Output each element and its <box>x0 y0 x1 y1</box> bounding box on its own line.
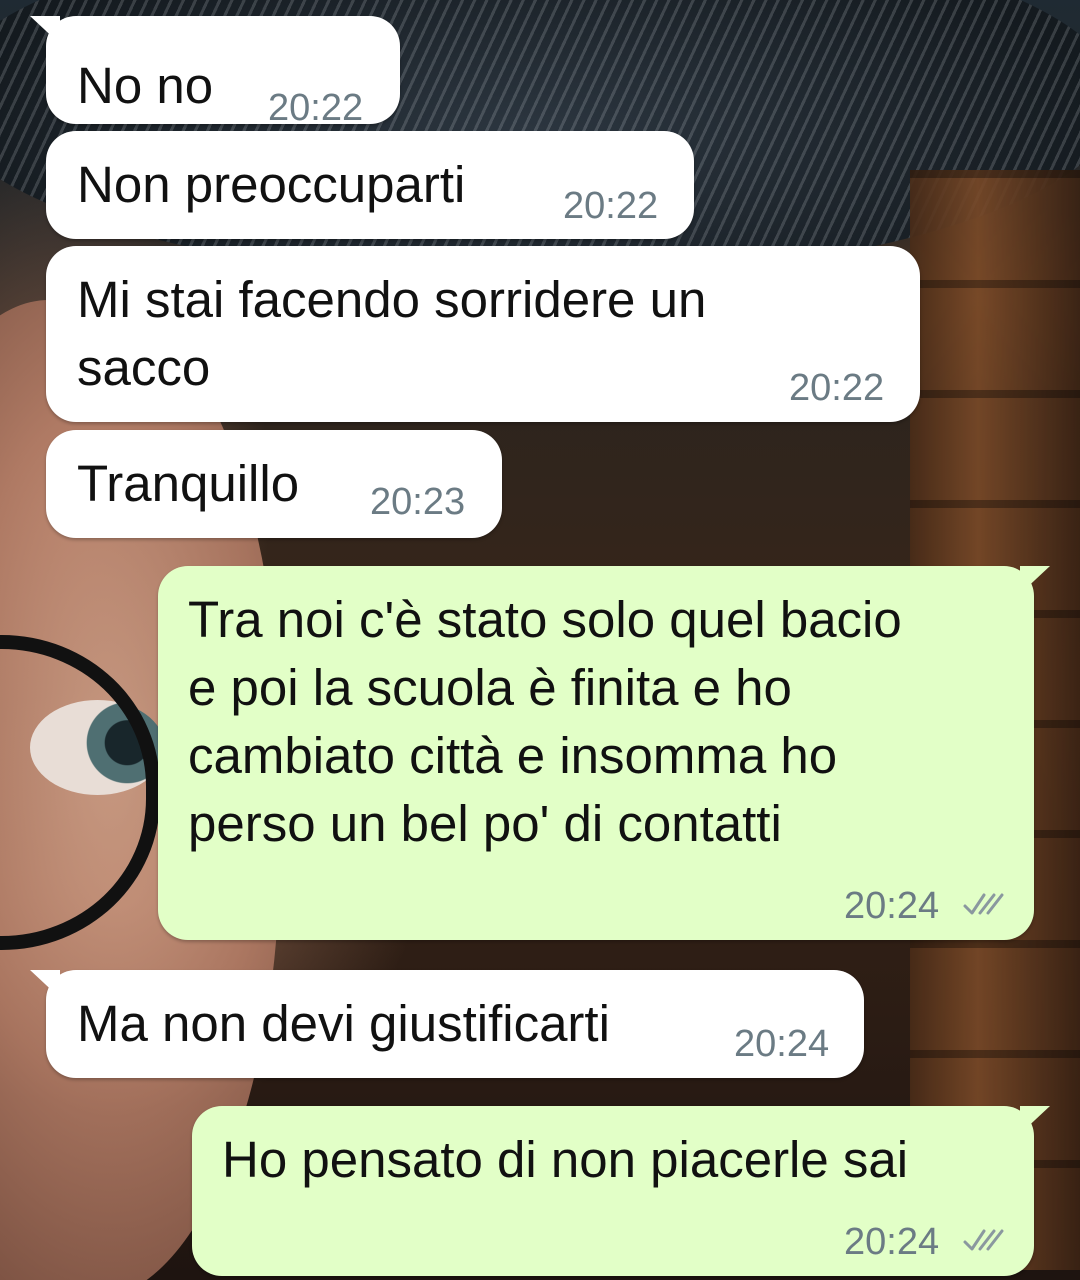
message-text: Tranquillo <box>77 455 300 512</box>
incoming-message-bubble[interactable]: Ma non devi giustificarti 20:24 <box>30 970 864 1078</box>
bubble-tail <box>1020 1106 1050 1134</box>
bubble-tail <box>30 16 60 44</box>
message-timestamp: 20:23 <box>370 481 466 523</box>
read-double-check-icon <box>963 1229 1004 1251</box>
chat-messages-list[interactable]: No no 20:22 Non preoccuparti 20:22 Mi st… <box>0 0 1080 1280</box>
message-timestamp: 20:24 <box>844 1221 940 1263</box>
message-timestamp: 20:24 <box>734 1023 830 1065</box>
message-text-line: perso un bel po' di contatti <box>188 795 782 852</box>
message-timestamp: 20:22 <box>268 87 364 129</box>
message-text-line: Mi stai facendo sorridere un <box>77 271 707 328</box>
incoming-message-bubble[interactable]: Non preoccuparti 20:22 <box>46 131 694 239</box>
incoming-message-bubble[interactable]: Mi stai facendo sorridere un sacco 20:22 <box>46 246 920 422</box>
bubble-tail <box>1020 566 1050 594</box>
read-double-check-icon <box>963 893 1004 915</box>
message-text-line: Tra noi c'è stato solo quel bacio <box>188 591 902 648</box>
message-text: Ma non devi giustificarti <box>77 995 610 1052</box>
message-timestamp: 20:22 <box>789 367 885 409</box>
message-text-line: e poi la scuola è finita e ho <box>188 659 792 716</box>
message-timestamp: 20:24 <box>844 885 940 927</box>
bubble-tail <box>30 970 60 998</box>
message-text-line: cambiato città e insomma ho <box>188 727 838 784</box>
message-timestamp: 20:22 <box>563 185 659 227</box>
message-text: Non preoccuparti <box>77 156 466 213</box>
message-text: No no <box>77 57 214 114</box>
incoming-message-bubble[interactable]: Tranquillo 20:23 <box>46 430 502 538</box>
message-text-line: sacco <box>77 339 211 396</box>
outgoing-message-bubble[interactable]: Tra noi c'è stato solo quel bacio e poi … <box>158 566 1050 940</box>
outgoing-message-bubble[interactable]: Ho pensato di non piacerle sai 20:24 <box>192 1106 1050 1276</box>
message-text: Ho pensato di non piacerle sai <box>222 1131 909 1188</box>
incoming-message-bubble[interactable]: No no 20:22 <box>30 16 400 128</box>
